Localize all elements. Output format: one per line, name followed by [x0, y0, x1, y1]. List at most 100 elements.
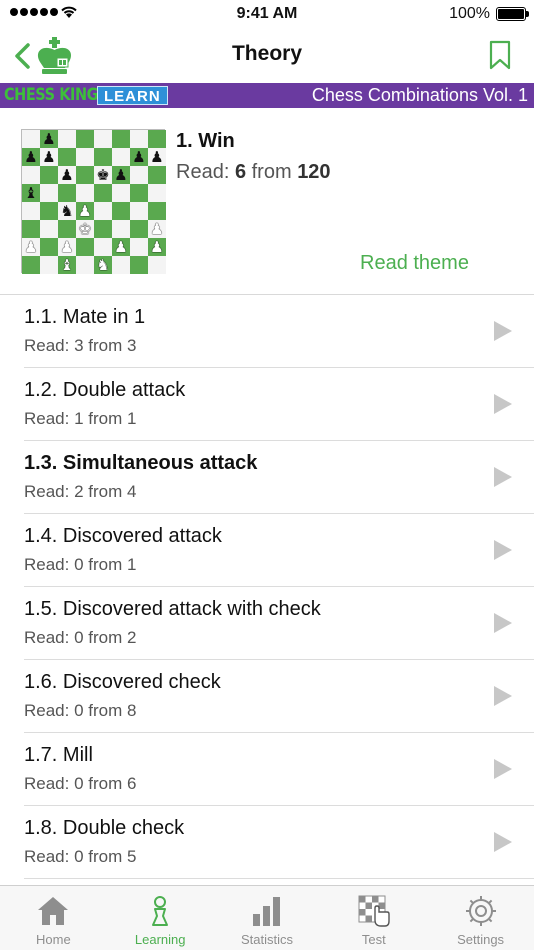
- lesson-row[interactable]: 1.5. Discovered attack with check Read: 0…: [0, 587, 534, 660]
- chess-piece-icon: ♞: [96, 255, 110, 274]
- chess-piece-icon: ♟: [150, 219, 164, 238]
- board-square: [94, 130, 112, 148]
- board-square: [148, 130, 166, 148]
- bookmark-icon[interactable]: [488, 40, 512, 70]
- board-square: [40, 256, 58, 274]
- board-square: [22, 220, 40, 238]
- course-title: Chess Combinations Vol. 1: [311, 85, 528, 105]
- board-square: [40, 166, 58, 184]
- board-square: [148, 184, 166, 202]
- board-square: ♝: [22, 184, 40, 202]
- board-square: ♟: [112, 238, 130, 256]
- lesson-row[interactable]: 1.8. Double check Read: 0 from 5: [0, 806, 534, 879]
- chess-piece-icon: ♝: [60, 255, 74, 274]
- chess-piece-icon: ♚: [96, 165, 110, 184]
- lesson-progress: Read: 3 from 3: [24, 336, 137, 355]
- play-icon[interactable]: [494, 540, 512, 560]
- chess-piece-icon: ♟: [114, 237, 128, 256]
- board-square: [112, 202, 130, 220]
- play-icon[interactable]: [494, 686, 512, 706]
- chess-piece-icon: ♟: [24, 147, 38, 166]
- home-icon: [38, 897, 69, 925]
- tab-label: Home: [36, 932, 71, 947]
- play-icon[interactable]: [494, 613, 512, 633]
- lesson-row[interactable]: 1.4. Discovered attack Read: 0 from 1: [0, 514, 534, 587]
- chess-piece-icon: ♟: [78, 201, 92, 220]
- statistics-icon: [252, 897, 280, 926]
- battery-icon: [496, 7, 529, 21]
- board-square: [40, 184, 58, 202]
- lesson-title: 1.3. Simultaneous attack: [24, 452, 258, 474]
- chess-piece-icon: ♟: [60, 237, 74, 256]
- play-icon[interactable]: [494, 394, 512, 414]
- chess-piece-icon: ♞: [60, 201, 74, 220]
- board-square: [94, 148, 112, 166]
- tab-label: Statistics: [240, 932, 293, 947]
- course-banner: CHESS KING LEARN Chess Combinations Vol.…: [0, 83, 534, 108]
- board-square: [94, 238, 112, 256]
- board-square: [76, 256, 94, 274]
- tab-label: Settings: [457, 932, 505, 947]
- board-square: [58, 220, 76, 238]
- tab-test[interactable]: Test: [320, 886, 427, 950]
- lesson-list: 1.1. Mate in 1 Read: 3 from 3 1.2. Double …: [0, 295, 534, 879]
- board-square: [112, 184, 130, 202]
- board-square: [58, 130, 76, 148]
- play-icon[interactable]: [494, 321, 512, 341]
- board-square: [40, 202, 58, 220]
- board-square: [130, 220, 148, 238]
- chess-piece-icon: ♟: [132, 147, 146, 166]
- tab-settings[interactable]: Settings: [427, 886, 534, 950]
- play-icon[interactable]: [494, 832, 512, 852]
- board-square: ♟: [58, 166, 76, 184]
- play-icon[interactable]: [494, 759, 512, 779]
- board-square: [112, 148, 130, 166]
- board-square: [148, 256, 166, 274]
- board-square: [112, 130, 130, 148]
- board-square: ♟: [148, 148, 166, 166]
- board-square: ♚: [94, 166, 112, 184]
- lesson-title: 1.2. Double attack: [24, 379, 186, 401]
- chess-piece-icon: ♟: [150, 147, 164, 166]
- lesson-row[interactable]: 1.7. Mill Read: 0 from 6: [0, 733, 534, 806]
- tab-statistics[interactable]: Statistics: [214, 886, 321, 950]
- page-title: Theory: [231, 42, 302, 65]
- board-square: [130, 166, 148, 184]
- tab-home[interactable]: Home: [0, 886, 107, 950]
- tab-learning[interactable]: Learning: [107, 886, 214, 950]
- brand-logo: CHESS KING: [4, 85, 99, 105]
- lesson-row[interactable]: 1.3. Simultaneous attack Read: 2 from 4: [0, 441, 534, 514]
- theme-title: 1. Win: [176, 130, 235, 152]
- lesson-progress: Read: 0 from 8: [24, 701, 137, 720]
- theme-header: ♟ ♟ ♟ ♟ ♟ ♟ ♚ ♟ ♝ ♞ ♟ ♚ ♟ ♟ ♟ ♟ ♟ ♝ ♞ 1. Win Read: 6 from …: [0, 108, 534, 295]
- lesson-row[interactable]: 1.2. Double attack Read: 1 from 1: [0, 368, 534, 441]
- board-square: ♞: [94, 256, 112, 274]
- board-square: ♚: [76, 220, 94, 238]
- chess-piece-icon: ♚: [78, 219, 92, 238]
- board-square: [130, 184, 148, 202]
- board-square: ♟: [112, 166, 130, 184]
- test-icon: [358, 895, 390, 927]
- tab-label: Test: [361, 932, 386, 947]
- lesson-row[interactable]: 1.6. Discovered check Read: 0 from 8: [0, 660, 534, 733]
- board-square: ♟: [22, 238, 40, 256]
- lesson-row[interactable]: 1.1. Mate in 1 Read: 3 from 3: [0, 295, 534, 368]
- board-square: [76, 166, 94, 184]
- read-theme-link[interactable]: Read theme: [360, 252, 469, 275]
- board-square: [94, 220, 112, 238]
- learning-icon: [152, 896, 169, 926]
- lesson-progress: Read: 2 from 4: [24, 482, 137, 501]
- board-square: ♟: [76, 202, 94, 220]
- play-icon[interactable]: [494, 467, 512, 487]
- board-square: [76, 130, 94, 148]
- board-square: [22, 166, 40, 184]
- board-square: [130, 238, 148, 256]
- board-square: [112, 256, 130, 274]
- lesson-title: 1.1. Mate in 1: [24, 306, 146, 328]
- board-square: ♟: [40, 130, 58, 148]
- board-square: ♟: [148, 238, 166, 256]
- tab-bar: Home Learning Statistics Test Settings: [0, 885, 534, 950]
- lesson-title: 1.5. Discovered attack with check: [24, 598, 321, 620]
- board-square: [22, 256, 40, 274]
- lesson-progress: Read: 0 from 5: [24, 847, 137, 866]
